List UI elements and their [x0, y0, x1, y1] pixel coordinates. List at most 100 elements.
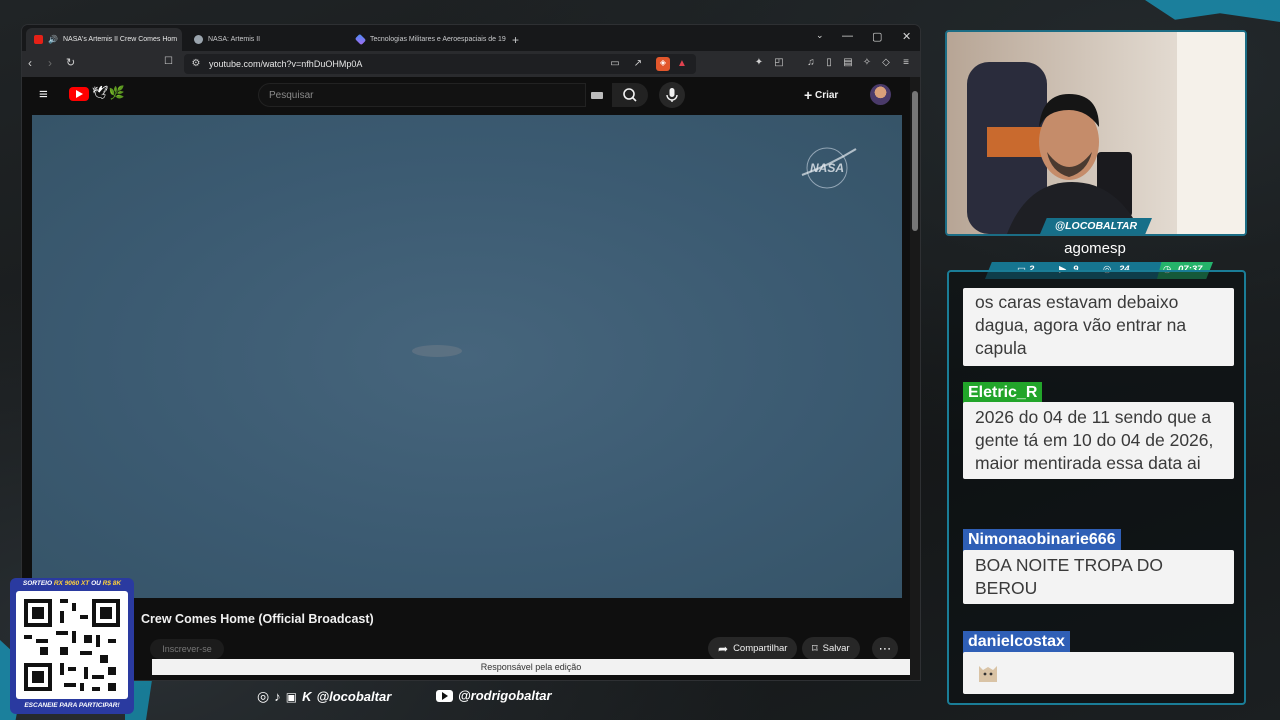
- qr-code-pattern: [24, 599, 120, 691]
- tab-strip: 🔊 NASA's Artemis II Crew Comes Hom ✕ NAS…: [22, 25, 920, 51]
- tab-tecnologias-militares[interactable]: Tecnologias Militares e Aeroespaciais de…: [348, 28, 508, 51]
- chat-message-emote: [963, 652, 1234, 694]
- wallet-icon[interactable]: ▤: [842, 57, 854, 69]
- voice-search-button[interactable]: [659, 82, 685, 108]
- chat-username: Eletric_R: [963, 382, 1043, 404]
- channel-tag: @LOCOBALTAR: [1040, 218, 1152, 234]
- share-button[interactable]: ➦ Compartilhar: [708, 637, 798, 660]
- maximize-button[interactable]: ▢: [872, 30, 882, 43]
- chat-panel: os caras estavam debaixo dagua, agora vã…: [947, 270, 1246, 705]
- share-label: Compartilhar: [733, 643, 788, 654]
- save-button[interactable]: ⌑ Salvar: [802, 637, 860, 660]
- tab-nasa-artemis-crew[interactable]: 🔊 NASA's Artemis II Crew Comes Hom ✕: [26, 28, 182, 51]
- giveaway-cta: ESCANEIE PARA PARTICIPAR!: [24, 702, 120, 709]
- nasa-favicon-icon: [194, 35, 203, 44]
- search-placeholder: Pesquisar: [269, 90, 314, 101]
- nasa-watermark-text: NASA: [810, 161, 844, 175]
- save-label: Salvar: [822, 643, 850, 654]
- browser-window: 🔊 NASA's Artemis II Crew Comes Hom ✕ NAS…: [22, 25, 920, 680]
- share-arrow-icon: ➦: [718, 641, 729, 656]
- site-info-icon[interactable]: ⚙: [190, 58, 202, 70]
- giveaway-qr-panel: SORTEIO RX 9060 XT OU R$ 8K ESCANEIE PAR…: [10, 578, 134, 714]
- cat-emote-icon: [979, 666, 997, 682]
- share-page-icon[interactable]: ↗: [632, 58, 644, 70]
- video-player[interactable]: NASA: [32, 115, 902, 598]
- nasa-watermark-logo: NASA: [801, 147, 857, 189]
- chat-username: Nimonaobinarie666: [963, 529, 1121, 551]
- screenshot-icon[interactable]: ◰: [773, 57, 785, 69]
- social-handle-rodrigobaltar: @rodrigobaltar: [458, 688, 552, 703]
- youtube-doodle-icon[interactable]: 🕊🌿: [92, 85, 125, 101]
- forward-arrow-icon[interactable]: ›: [48, 56, 52, 70]
- close-window-button[interactable]: ✕: [902, 30, 911, 43]
- url-text: youtube.com/watch?v=nfhDuOHMp0A: [209, 59, 363, 69]
- webcam-streamer-image: [947, 32, 1245, 234]
- capsule-in-water: [412, 345, 462, 357]
- video-title: Crew Comes Home (Official Broadcast): [141, 612, 374, 626]
- cast-icon[interactable]: ▭: [609, 58, 621, 70]
- chat-message-text: 2026 do 04 de 11 sendo que a gente tá em…: [963, 402, 1234, 479]
- giveaway-header: SORTEIO RX 9060 XT OU R$ 8K: [10, 580, 134, 587]
- hamburger-menu-icon[interactable]: ≡: [39, 86, 48, 103]
- brave-rewards-icon[interactable]: ▲: [676, 58, 688, 70]
- instagram-icon: ◎: [257, 688, 270, 704]
- youtube-social-icon: [436, 689, 453, 702]
- account-avatar[interactable]: [870, 84, 891, 105]
- tiktok-icon: ♪: [274, 689, 281, 704]
- tab-nasa-artemis[interactable]: NASA: Artemis II: [186, 28, 346, 51]
- brave-shields-icon[interactable]: ◈: [656, 57, 670, 71]
- tab-label: NASA: Artemis II: [208, 36, 261, 43]
- tab-label: NASA's Artemis II Crew Comes Hom: [62, 36, 178, 43]
- tab-label: Tecnologias Militares e Aeroespaciais de…: [370, 36, 506, 43]
- menu-icon[interactable]: ≡: [900, 57, 912, 69]
- youtube-favicon-icon: [34, 35, 43, 44]
- bookmark-save-icon: ⌑: [812, 643, 818, 655]
- minimize-button[interactable]: —: [842, 30, 853, 42]
- reload-icon[interactable]: ↻: [66, 56, 75, 69]
- youtube-logo-icon[interactable]: [69, 87, 89, 101]
- social-handles-primary: ◎ ♪ ▣ K @locobaltar: [257, 688, 391, 705]
- more-dots-icon: ⋯: [878, 640, 892, 656]
- chat-message-text: os caras estavam debaixo dagua, agora vã…: [963, 288, 1234, 366]
- vpn-shield-icon[interactable]: ◇: [880, 57, 892, 69]
- tab-search-icon[interactable]: ⌄: [816, 30, 824, 41]
- social-handle-locobaltar: @locobaltar: [316, 689, 392, 704]
- giveaway-or: OU: [91, 580, 101, 587]
- plus-icon: +: [804, 87, 813, 103]
- webcam-frame: [945, 30, 1247, 236]
- music-icon[interactable]: ♫: [805, 57, 817, 69]
- twitch-icon: ▣: [285, 689, 298, 704]
- page-scrollbar[interactable]: [910, 77, 920, 680]
- create-button[interactable]: + Criar: [804, 87, 838, 103]
- youtube-header: ≡ 🕊🌿 Pesquisar + Criar: [22, 77, 910, 113]
- gemini-favicon-icon: [354, 33, 367, 46]
- speaker-icon: 🔊: [48, 35, 58, 44]
- subscribe-button[interactable]: Inscrever-se: [150, 639, 224, 659]
- featured-viewer-name: agomesp: [1064, 240, 1126, 257]
- search-button[interactable]: [612, 83, 648, 107]
- giveaway-item: RX 9060 XT: [53, 580, 90, 587]
- bookmark-icon[interactable]: ☐: [164, 56, 173, 67]
- back-arrow-icon[interactable]: ‹: [28, 56, 32, 70]
- teal-splash-decoration: [1145, 0, 1280, 22]
- more-actions-button[interactable]: ⋯: [872, 637, 898, 660]
- kick-icon: K: [302, 689, 312, 704]
- search-input[interactable]: Pesquisar: [258, 83, 603, 107]
- leo-ai-icon[interactable]: ✧: [861, 57, 873, 69]
- chat-message-text: BOA NOITE TROPA DO BEROU: [963, 550, 1234, 604]
- url-field[interactable]: ⚙ youtube.com/watch?v=nfhDuOHMp0A ▭ ↗ ◈ …: [184, 54, 696, 74]
- qr-code[interactable]: [16, 591, 128, 699]
- social-handles-secondary: @rodrigobaltar: [436, 688, 552, 703]
- sidebar-icon[interactable]: ▯: [823, 57, 835, 69]
- chat-username: danielcostax: [963, 631, 1070, 653]
- address-bar-row: ‹ › ↻ ☐ ⚙ youtube.com/watch?v=nfhDuOHMp0…: [22, 51, 920, 77]
- scrollbar-thumb[interactable]: [912, 91, 918, 231]
- create-label: Criar: [814, 90, 839, 101]
- search-icon: [623, 88, 637, 102]
- new-tab-button[interactable]: +: [508, 28, 528, 51]
- keyboard-icon[interactable]: [591, 92, 603, 99]
- extensions-icon[interactable]: ✦: [753, 57, 765, 69]
- microphone-icon: [666, 88, 678, 102]
- giveaway-amount: R$ 8K: [102, 580, 122, 587]
- giveaway-prefix: SORTEIO: [22, 580, 53, 587]
